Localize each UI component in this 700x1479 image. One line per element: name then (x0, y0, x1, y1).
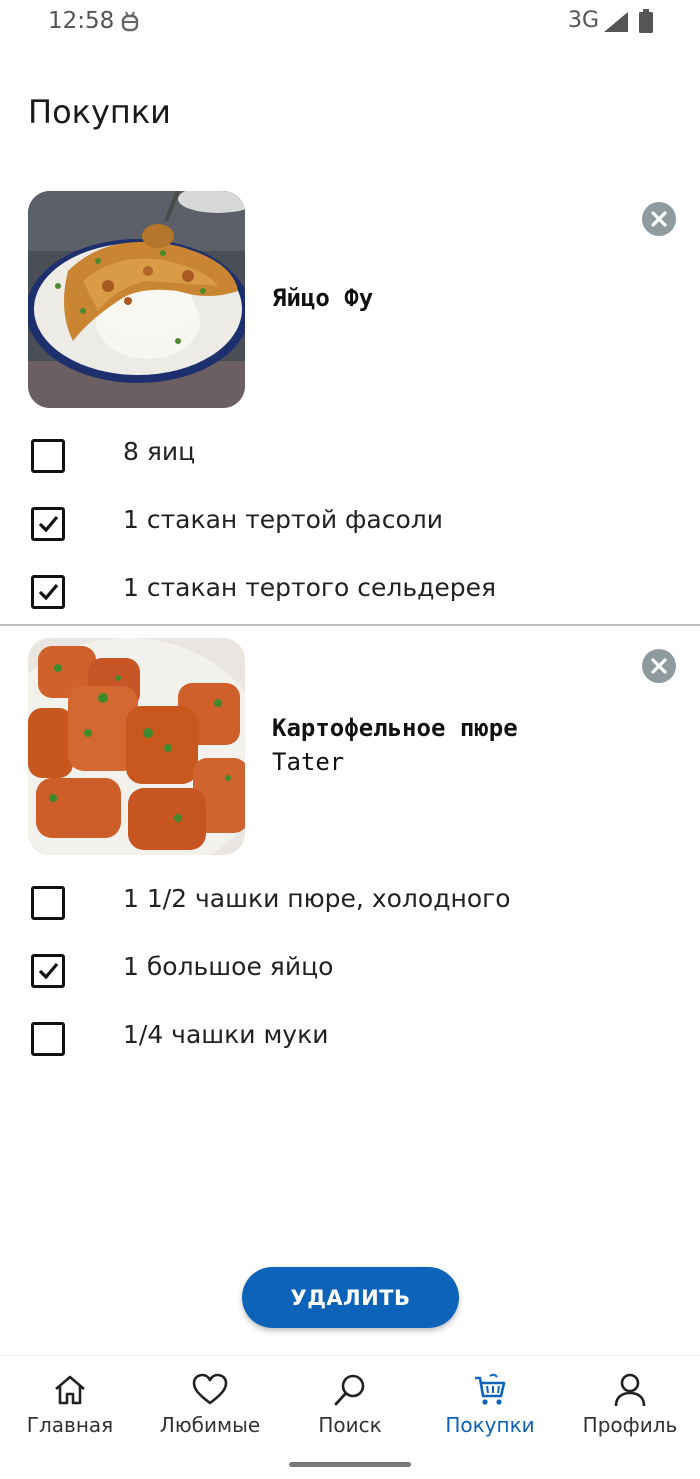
battery-icon (639, 9, 653, 33)
nav-item-shopping[interactable]: Покупки (420, 1356, 560, 1456)
ingredient-row[interactable]: 1 1/2 чашки пюре, холодного (0, 884, 700, 936)
ingredient-checkbox[interactable] (31, 1022, 65, 1056)
nav-item-home[interactable]: Главная (0, 1356, 140, 1456)
status-bar: 12:58 3G (0, 0, 700, 46)
recipe-title: Яйцо Фу (272, 281, 672, 315)
ingredient-label: 1 большое яйцо (123, 952, 334, 981)
ingredient-row[interactable]: 1 стакан тертого сельдерея (0, 573, 700, 625)
ingredient-row[interactable]: 1/4 чашки муки (0, 1020, 700, 1072)
ingredient-checkbox[interactable] (31, 439, 65, 473)
ingredient-label: 1/4 чашки муки (123, 1020, 329, 1049)
ingredient-checkbox-checked[interactable] (31, 954, 65, 988)
home-icon (55, 1375, 85, 1405)
checkmark-icon (38, 515, 59, 533)
checkmark-icon (38, 583, 59, 601)
heart-icon (192, 1373, 228, 1405)
status-time: 12:58 (48, 8, 115, 34)
ingredient-row[interactable]: 1 стакан тертой фасоли (0, 505, 700, 557)
ingredient-label: 1 стакан тертого сельдерея (123, 573, 497, 602)
ingredient-row[interactable]: 1 большое яйцо (0, 952, 700, 1004)
nav-item-profile[interactable]: Профиль (560, 1356, 700, 1456)
ingredient-label: 8 яиц (123, 437, 196, 466)
recipe-image[interactable] (28, 638, 245, 855)
network-type: 3G (568, 8, 600, 33)
profile-icon (614, 1373, 646, 1407)
nav-item-favorites[interactable]: Любимые (140, 1356, 280, 1456)
ingredient-label: 1 стакан тертой фасоли (123, 505, 444, 534)
recipe-divider (0, 624, 700, 626)
egg-foo-young-photo (28, 191, 245, 408)
nav-label: Главная (26, 1413, 114, 1437)
nav-label: Покупки (445, 1413, 535, 1437)
recipe-title-line1: Яйцо Фу (272, 284, 374, 312)
close-icon (651, 211, 667, 227)
ingredient-checkbox-checked[interactable] (31, 507, 65, 541)
page-title: Покупки (28, 93, 171, 131)
remove-recipe-button[interactable] (642, 202, 676, 236)
recipe-title-line1: Картофельное пюре (272, 714, 518, 742)
recipe-title: Картофельное пюре Tater (272, 711, 672, 779)
bottom-navigation: Главная Любимые Поиск Покупки Профиль (0, 1355, 700, 1479)
nav-label: Профиль (582, 1413, 678, 1437)
cart-icon (475, 1373, 506, 1405)
recipe-image[interactable] (28, 191, 245, 408)
remove-recipe-button[interactable] (642, 649, 676, 683)
nav-label: Любимые (159, 1413, 261, 1437)
close-icon (651, 658, 667, 674)
tater-tots-photo (28, 638, 245, 855)
ingredient-checkbox[interactable] (31, 886, 65, 920)
ingredient-row[interactable]: 8 яиц (0, 437, 700, 489)
nav-label: Поиск (318, 1413, 382, 1437)
ingredient-label: 1 1/2 чашки пюре, холодного (123, 884, 511, 913)
notification-icon (121, 11, 139, 32)
nav-item-search[interactable]: Поиск (280, 1356, 420, 1456)
checkmark-icon (38, 962, 59, 980)
home-indicator[interactable] (289, 1462, 411, 1467)
recipe-title-line2: Tater (272, 748, 345, 776)
ingredient-checkbox-checked[interactable] (31, 575, 65, 609)
delete-button[interactable]: УДАЛИТЬ (242, 1267, 459, 1328)
signal-icon (604, 12, 628, 32)
search-icon (334, 1374, 365, 1406)
